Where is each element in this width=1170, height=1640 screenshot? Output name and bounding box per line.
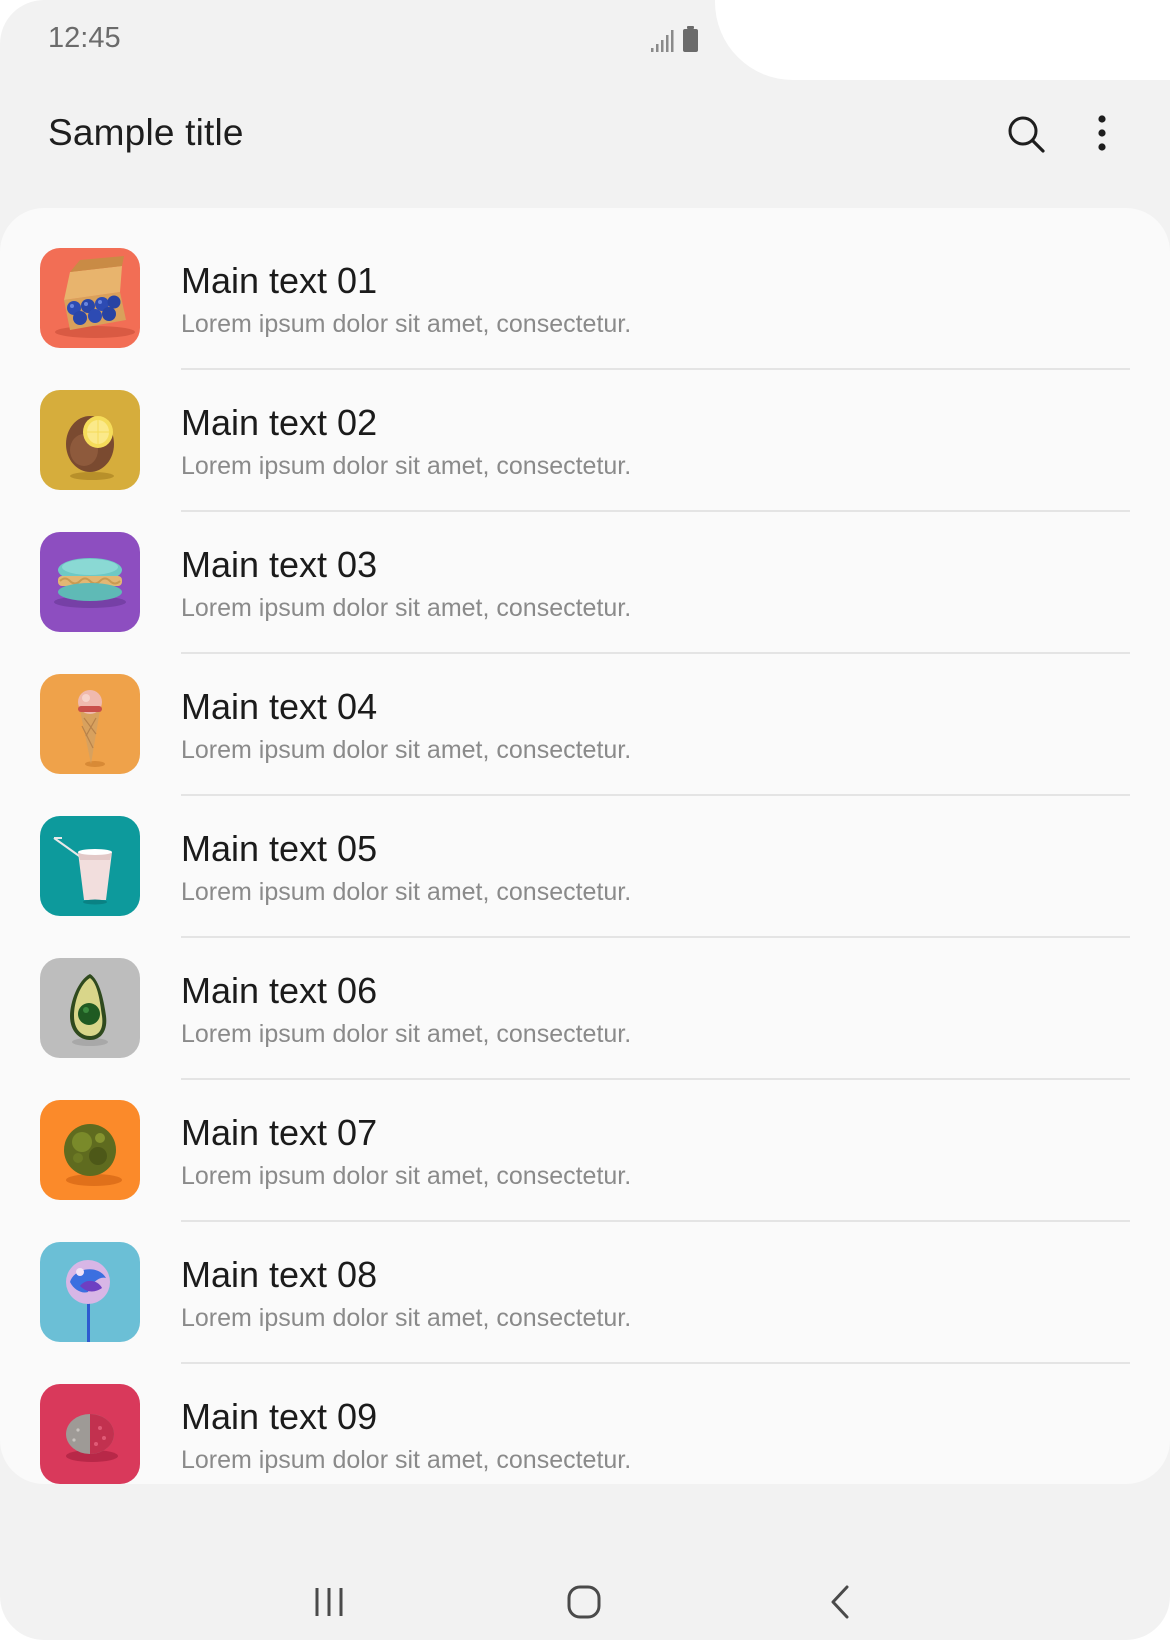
item-main-text: Main text 01 [181,260,378,301]
list-item[interactable]: Main text 05 Lorem ipsum dolor sit amet,… [0,796,1170,938]
search-button[interactable] [998,106,1054,162]
battery-icon [683,26,698,52]
phone-screen: 12:45 Sample title Main text 01 Lorem ip… [0,0,1170,1640]
item-sub-text: Lorem ipsum dolor sit amet, consectetur. [181,736,632,764]
item-sub-text: Lorem ipsum dolor sit amet, consectetur. [181,1446,632,1474]
item-sub-text: Lorem ipsum dolor sit amet, consectetur. [181,1162,632,1190]
thumbnail-kiwi-lemon [40,390,140,490]
item-main-text: Main text 08 [181,1254,378,1295]
thumbnail-egg-carton [40,248,140,348]
thumbnail-macaron [40,532,140,632]
list-item[interactable]: Main text 01 Lorem ipsum dolor sit amet,… [0,228,1170,370]
home-icon [567,1585,601,1619]
list-item[interactable]: Main text 08 Lorem ipsum dolor sit amet,… [0,1222,1170,1364]
signal-icon [651,30,674,52]
item-sub-text: Lorem ipsum dolor sit amet, consectetur. [181,310,632,338]
camera-notch [715,0,1170,80]
list-item[interactable]: Main text 04 Lorem ipsum dolor sit amet,… [0,654,1170,796]
item-main-text: Main text 02 [181,402,378,443]
thumbnail-avocado [40,958,140,1058]
list-item[interactable]: Main text 06 Lorem ipsum dolor sit amet,… [0,938,1170,1080]
item-sub-text: Lorem ipsum dolor sit amet, consectetur. [181,594,632,622]
back-icon [831,1585,849,1619]
status-time: 12:45 [48,22,121,54]
list-item[interactable]: Main text 07 Lorem ipsum dolor sit amet,… [0,1080,1170,1222]
thumbnail-moss-ball [40,1100,140,1200]
recents-button[interactable] [294,1574,364,1630]
recents-icon [315,1588,343,1616]
thumbnail-drink-cup [40,816,140,916]
item-main-text: Main text 07 [181,1112,378,1153]
item-main-text: Main text 04 [181,686,378,727]
item-sub-text: Lorem ipsum dolor sit amet, consectetur. [181,452,632,480]
home-button[interactable] [549,1574,619,1630]
list-item[interactable]: Main text 03 Lorem ipsum dolor sit amet,… [0,512,1170,654]
item-sub-text: Lorem ipsum dolor sit amet, consectetur. [181,1020,632,1048]
more-options-button[interactable] [1074,106,1130,162]
list-item[interactable]: Main text 09 Lorem ipsum dolor sit amet,… [0,1364,1170,1506]
more-options-icon [1098,115,1106,151]
thumbnail-sponge [40,1384,140,1484]
navigation-bar [0,1540,1170,1640]
thumbnail-lollipop [40,1242,140,1342]
item-main-text: Main text 05 [181,828,378,869]
item-sub-text: Lorem ipsum dolor sit amet, consectetur. [181,878,632,906]
item-sub-text: Lorem ipsum dolor sit amet, consectetur. [181,1304,632,1332]
page-title: Sample title [48,112,244,153]
search-icon [1008,116,1045,153]
item-main-text: Main text 09 [181,1396,378,1437]
list-card: Main text 01 Lorem ipsum dolor sit amet,… [0,208,1170,1484]
status-icons [650,26,706,56]
back-button[interactable] [805,1574,875,1630]
thumbnail-ice-cream-cone [40,674,140,774]
item-main-text: Main text 03 [181,544,378,585]
item-main-text: Main text 06 [181,970,378,1011]
list-item[interactable]: Main text 02 Lorem ipsum dolor sit amet,… [0,370,1170,512]
